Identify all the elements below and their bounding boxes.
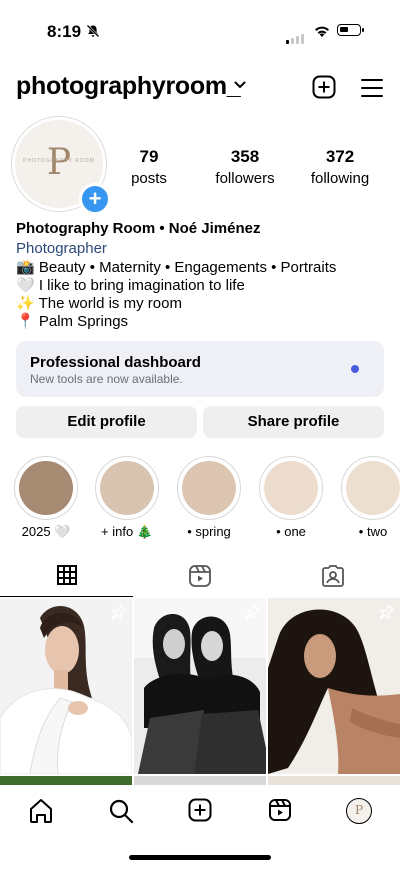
tab-reels[interactable] <box>133 560 266 597</box>
story-highlight[interactable] <box>14 456 78 520</box>
professional-dashboard-card[interactable]: Professional dashboard New tools are now… <box>16 341 384 397</box>
following-stat[interactable]: 372 following <box>295 147 385 187</box>
posts-count: 79 <box>139 147 159 166</box>
reels-icon <box>188 565 211 587</box>
create-icon[interactable] <box>188 798 212 822</box>
chevron-down-icon[interactable] <box>234 80 246 90</box>
story-highlight[interactable] <box>95 456 159 520</box>
highlight-cover <box>19 461 73 515</box>
profile-display-name: Photography Room • Noé Jiménez <box>16 220 261 237</box>
bw-two-women-photo <box>134 598 266 774</box>
posts-stat[interactable]: 79 posts <box>104 147 194 187</box>
bio-line: 🤍 I like to bring imagination to life <box>16 277 245 294</box>
bio-line: 📸 Beauty • Maternity • Engagements • Por… <box>16 259 337 276</box>
highlight-label: • two <box>358 524 388 539</box>
battery-icon <box>337 24 364 36</box>
profile-category: Photographer <box>16 240 107 257</box>
story-highlight[interactable] <box>177 456 241 520</box>
wifi-icon <box>315 26 329 37</box>
grid-icon <box>56 565 77 585</box>
reels-icon[interactable] <box>268 798 292 822</box>
following-count: 372 <box>325 147 355 166</box>
highlight-label: • one <box>276 524 306 539</box>
portrait-long-hair-photo <box>268 598 400 774</box>
posts-label: posts <box>131 170 167 187</box>
create-post-icon[interactable] <box>312 75 336 99</box>
profile-username[interactable]: photographyroom_ <box>16 72 241 101</box>
story-highlight[interactable] <box>259 456 323 520</box>
cellular-signal-icon <box>286 26 306 44</box>
highlight-cover <box>100 461 154 515</box>
following-label: following <box>310 170 370 187</box>
silent-bell-icon <box>86 24 100 38</box>
post-thumbnail[interactable] <box>0 598 132 774</box>
notification-dot <box>351 365 359 373</box>
highlight-label: + info 🎄 <box>101 524 153 539</box>
highlight-cover <box>346 461 400 515</box>
home-indicator <box>129 855 271 860</box>
avatar-logo-text: PHOTOGRAPHY ROOM <box>23 158 95 164</box>
home-icon[interactable] <box>29 798 53 824</box>
pin-icon <box>245 604 260 620</box>
profile-avatar-tab[interactable]: P <box>346 798 372 824</box>
tab-tagged[interactable] <box>266 560 399 597</box>
highlight-cover <box>182 461 236 515</box>
pin-icon <box>379 604 394 620</box>
story-highlight[interactable] <box>341 456 400 520</box>
bio-line: ✨ The world is my room <box>16 295 182 312</box>
post-thumbnail[interactable] <box>268 598 400 774</box>
search-icon[interactable] <box>108 798 134 824</box>
highlight-label: • spring <box>187 524 231 539</box>
highlight-label: 2025 🤍 <box>21 524 71 539</box>
post-thumbnail[interactable] <box>134 598 266 774</box>
pin-icon <box>111 604 126 620</box>
active-tab-indicator <box>0 596 133 597</box>
tab-posts-grid[interactable] <box>0 560 133 597</box>
share-profile-button[interactable]: Share profile <box>203 406 384 438</box>
menu-icon[interactable] <box>360 78 384 98</box>
bio-line: 📍 Palm Springs <box>16 313 129 330</box>
edit-profile-button[interactable]: Edit profile <box>16 406 197 438</box>
dashboard-subtitle: New tools are now available. <box>30 372 183 386</box>
followers-stat[interactable]: 358 followers <box>200 147 290 187</box>
followers-label: followers <box>215 170 275 187</box>
status-time: 8:19 <box>47 22 82 41</box>
dashboard-title: Professional dashboard <box>30 354 201 371</box>
tagged-icon <box>321 565 344 587</box>
add-story-button[interactable]: + <box>79 183 111 215</box>
highlight-cover <box>264 461 318 515</box>
portrait-photo <box>0 598 132 774</box>
followers-count: 358 <box>230 147 260 166</box>
